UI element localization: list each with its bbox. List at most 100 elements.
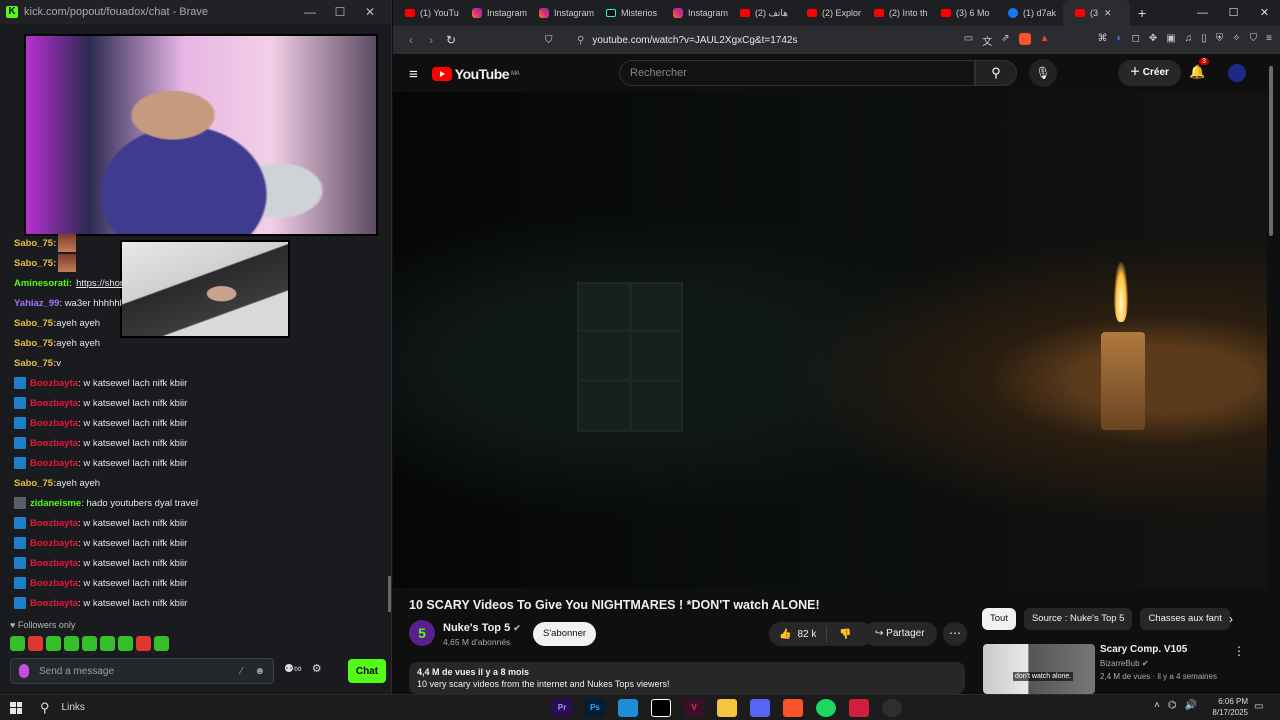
scrollbar-thumb[interactable] [1269,66,1273,236]
browser-tab[interactable]: Misterios [594,0,661,26]
notifications-button[interactable]: 🔔 3 [1189,58,1209,80]
channel-avatar[interactable]: 5 [409,620,435,646]
command-icon[interactable]: ⁄ [241,666,243,677]
links-toolbar[interactable]: Links [62,702,85,713]
chat-username[interactable]: Boozbayta [30,378,78,389]
emote-icon[interactable] [118,636,133,651]
notifications-icon[interactable]: ▭ [1254,701,1263,712]
chat-username[interactable]: Sabo_75: [14,238,56,249]
obs-icon[interactable] [882,699,902,717]
spotify-icon[interactable] [816,699,836,717]
leo-icon[interactable]: ✧ [1232,33,1240,48]
description-box[interactable]: 4,4 M de vues il y a 8 mois 10 very scar… [409,662,965,694]
youtube-logo[interactable]: YouTube MA [431,66,520,82]
create-button[interactable]: ＋ Créer [1118,60,1181,86]
maximize-icon[interactable]: ☐ [325,5,355,19]
translate-icon[interactable]: 文 [982,33,992,48]
photoshop-icon[interactable]: Ps [585,699,605,717]
channel-name[interactable]: Nuke's Top 5 ✔ [443,622,521,634]
emoji-icon[interactable]: ☻ [254,666,265,677]
chat-username[interactable]: Boozbayta [30,538,78,549]
chat-scrollbar[interactable] [388,576,391,612]
close-icon[interactable]: ✕ [1249,0,1280,26]
chat-input[interactable]: Send a message ⁄ ☻ [10,658,274,684]
filter-chip[interactable]: Tout [982,608,1016,630]
close-tab-icon[interactable]: ✕ [1104,8,1112,19]
filter-chip[interactable]: Source : Nuke's Top 5 [1023,608,1133,630]
share-icon[interactable]: ⇗ [1001,33,1009,48]
browser-tab[interactable]: (2) هاتف [728,0,795,26]
emote-icon[interactable] [154,636,169,651]
menu-icon[interactable]: ≡ [1266,33,1272,48]
clock[interactable]: 6:06 PM 8/17/2025 [1200,696,1248,718]
back-icon[interactable]: ‹ [401,33,421,47]
users-icon[interactable]: ⚉∞ [284,662,302,675]
chat-username[interactable]: Sabo_75: [14,258,56,269]
extension-icon[interactable]: ◐ [1117,33,1123,48]
chat-link[interactable]: https://shor [76,278,123,289]
brave-rewards-icon[interactable]: ▲ [1040,33,1050,48]
vpn-icon[interactable]: ⛨ [1216,33,1224,48]
brave-icon[interactable] [783,699,803,717]
browser-tab[interactable]: (3 ✕ [1063,0,1130,26]
page-scrollbar[interactable] [1267,56,1275,692]
chat-username[interactable]: Boozbayta [30,418,78,429]
forward-icon[interactable]: › [421,33,441,47]
browser-tab[interactable]: Instagram [661,0,728,26]
filter-chip[interactable]: Chasses aux fant [1140,608,1230,630]
chat-send-button[interactable]: Chat [348,659,386,683]
vegas-icon[interactable]: V [684,699,704,717]
close-icon[interactable]: ✕ [355,5,385,19]
subscribe-button[interactable]: S'abonner [533,622,597,646]
extension-icon[interactable]: ◻ [1132,33,1140,48]
chat-username[interactable]: Boozbayta [30,518,78,529]
chat-username[interactable]: Boozbayta [30,438,78,449]
brave-shields-icon[interactable] [1018,32,1031,45]
account-avatar[interactable] [1228,64,1246,82]
chat-username[interactable]: Sabo_75: [14,478,56,489]
chat-username[interactable]: Boozbayta [30,398,78,409]
shield-icon[interactable]: ⛉ [1250,33,1258,48]
network-icon[interactable]: ⌬ [1168,700,1177,711]
chevron-up-icon[interactable]: ˄ [1154,700,1160,711]
playlist-icon[interactable]: ♫ [1185,33,1193,48]
dislike-button[interactable]: 👎 [827,629,863,640]
recommended-video[interactable]: don't watch alone. Scary Comp. V105 Biza… [983,644,1263,694]
chat-username[interactable]: Sabo_75: [14,318,56,329]
chat-username[interactable]: Sabo_75: [14,338,56,349]
extensions-puzzle-icon[interactable]: ✥ [1149,33,1157,48]
minimize-icon[interactable]: — [295,5,325,19]
premiere-icon[interactable]: Pr [552,699,572,717]
emote-icon[interactable] [100,636,115,651]
new-tab-button[interactable]: + [1138,5,1146,21]
voice-search-button[interactable]: 🎙 [1029,59,1057,87]
recommended-thumbnail[interactable]: don't watch alone. [983,644,1095,694]
capcut-icon[interactable] [651,699,671,717]
hamburger-menu-icon[interactable]: ≡ [409,66,418,83]
chat-username[interactable]: Boozbayta [30,458,78,469]
wallet-icon[interactable]: ▣ [1166,33,1175,48]
chat-username[interactable]: Boozbayta [30,558,78,569]
emote-icon[interactable] [82,636,97,651]
like-button[interactable]: 👍 82 k [769,626,828,642]
search-button[interactable]: ⚲ [975,60,1017,86]
chat-username[interactable]: Sabo_75: [14,358,56,369]
chat-username[interactable]: Boozbayta [30,598,78,609]
windows-start-icon[interactable] [10,701,22,714]
more-actions-button[interactable]: ⋯ [943,622,967,646]
chevron-right-icon[interactable]: › [1229,612,1233,626]
reload-icon[interactable]: ↻ [441,33,461,47]
browser-tab[interactable]: Instagram [460,0,527,26]
search-input[interactable]: Rechercher [619,60,975,86]
app-icon[interactable] [618,699,638,717]
vegas-pro-icon[interactable] [849,699,869,717]
search-icon[interactable]: ⚲ [40,700,50,716]
browser-tab[interactable]: (2) Into th [862,0,929,26]
settings-icon[interactable]: ⚙ [312,662,322,675]
share-button[interactable]: ↪ Partager [863,622,937,646]
emote-icon[interactable] [28,636,43,651]
file-explorer-icon[interactable] [717,699,737,717]
emote-icon[interactable] [46,636,61,651]
browser-tab[interactable]: Instagram [527,0,594,26]
browser-tab[interactable]: (1) YouTu [393,0,460,26]
